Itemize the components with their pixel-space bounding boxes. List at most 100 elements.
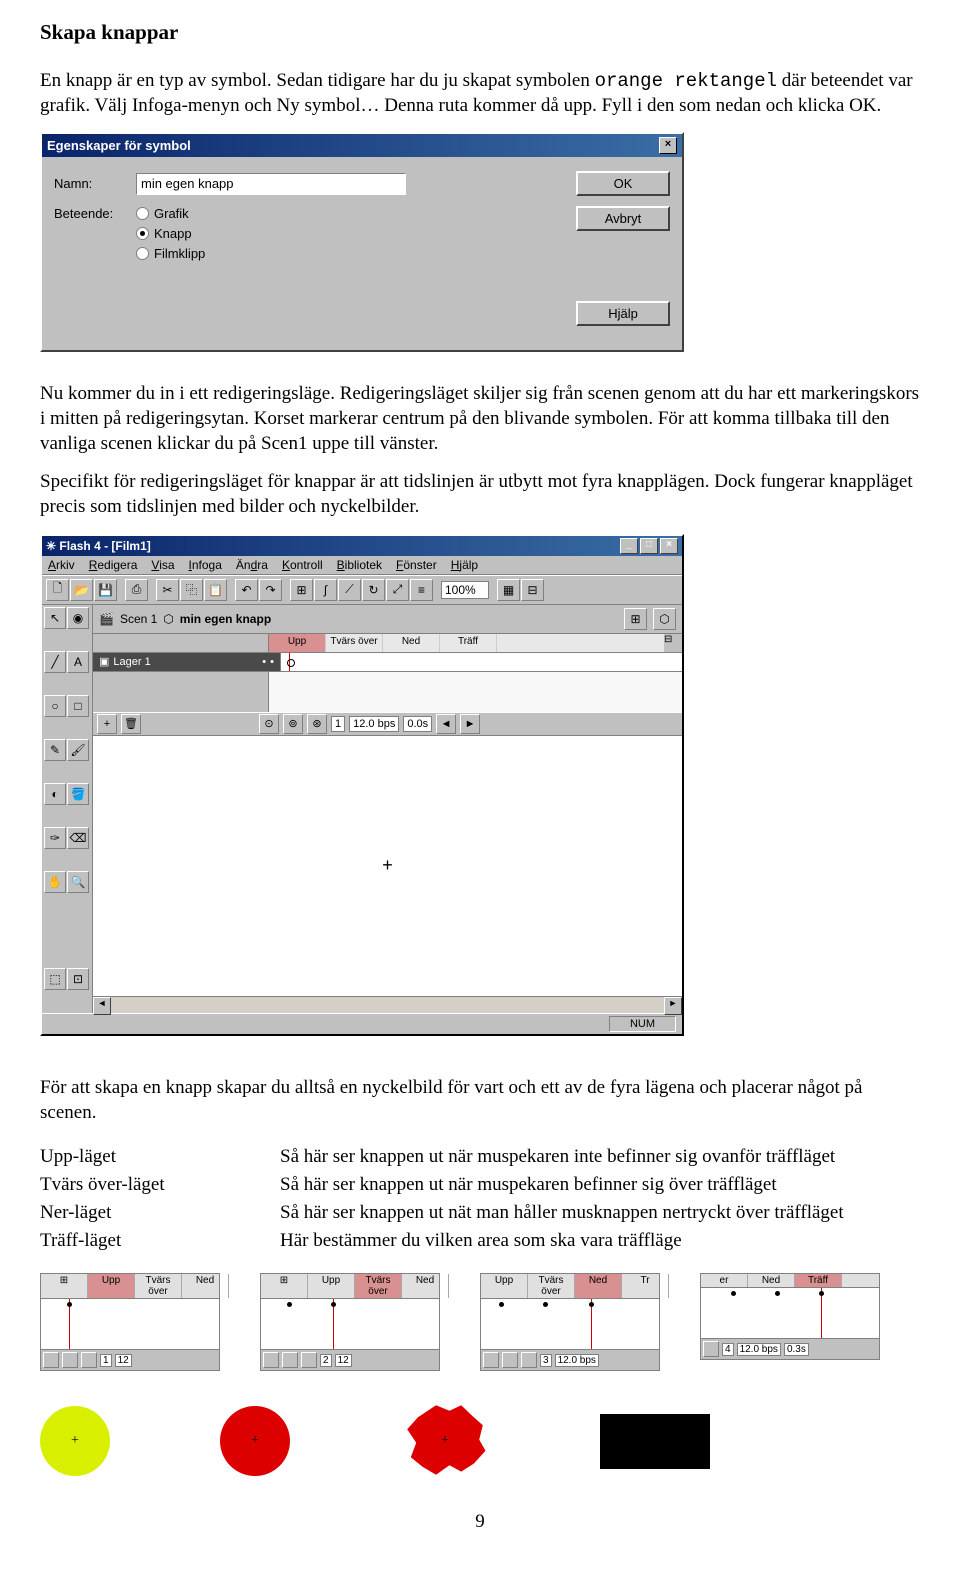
- eraser-icon[interactable]: ⌫: [67, 827, 89, 849]
- rewind-icon[interactable]: ◄: [436, 714, 456, 734]
- redo-icon[interactable]: ↷: [259, 579, 282, 601]
- paragraph: Nu kommer du in i ett redigeringsläge. R…: [40, 382, 920, 456]
- text-icon[interactable]: A: [67, 651, 89, 673]
- traff-shape: [600, 1414, 710, 1469]
- frame-num: 2: [320, 1354, 332, 1367]
- rect-icon[interactable]: □: [67, 695, 89, 717]
- menu-kontroll[interactable]: Kontroll: [282, 558, 323, 572]
- cancel-button[interactable]: Avbryt: [576, 206, 670, 231]
- maximize-icon[interactable]: □: [640, 538, 658, 554]
- menu-andra[interactable]: Ändra: [236, 558, 268, 572]
- help-button[interactable]: Hjälp: [576, 301, 670, 326]
- menu-redigera[interactable]: Redigera: [89, 558, 138, 572]
- align-icon[interactable]: ≡: [410, 579, 433, 601]
- scale-icon[interactable]: ⤢: [386, 579, 409, 601]
- onion-icon[interactable]: ⊚: [283, 714, 303, 734]
- copy-icon[interactable]: ⿻: [180, 579, 203, 601]
- ctrl-icon[interactable]: [502, 1352, 518, 1368]
- option-icon[interactable]: ⊡: [67, 968, 89, 990]
- ctrl-icon[interactable]: [43, 1352, 59, 1368]
- timeline-footer: + 🗑 ⊙ ⊚ ⊛ 1 12.0 bps 0.0s ◄ ►: [93, 712, 682, 735]
- scene-icon[interactable]: 🎬: [99, 612, 114, 626]
- onion-icon[interactable]: ⊙: [259, 714, 279, 734]
- frame-upp[interactable]: Upp: [269, 634, 326, 652]
- add-layer-icon[interactable]: +: [97, 714, 117, 734]
- delete-layer-icon[interactable]: 🗑: [121, 714, 141, 734]
- menu-bibliotek[interactable]: Bibliotek: [337, 558, 382, 572]
- onion-icon[interactable]: ⊛: [307, 714, 327, 734]
- lasso-icon[interactable]: ◉: [67, 607, 89, 629]
- frame-label: Tr: [622, 1274, 669, 1298]
- ctrl-icon[interactable]: [703, 1341, 719, 1357]
- rotate-icon[interactable]: ↻: [362, 579, 385, 601]
- frame-over[interactable]: Tvärs över: [326, 634, 383, 652]
- def-term: Ner-läget: [40, 1199, 280, 1227]
- open-icon[interactable]: 📂: [70, 579, 93, 601]
- menu-infoga[interactable]: Infoga: [189, 558, 222, 572]
- cut-icon[interactable]: ✂: [156, 579, 179, 601]
- frame-ned[interactable]: Ned: [383, 634, 440, 652]
- menu-visa[interactable]: Visa: [151, 558, 174, 572]
- undo-icon[interactable]: ↶: [235, 579, 258, 601]
- fps: 12.0 bps: [555, 1354, 599, 1367]
- symbol-properties-dialog: Egenskaper för symbol × Namn: min egen k…: [40, 132, 684, 352]
- scrollbar-horizontal[interactable]: ◄►: [93, 996, 682, 1013]
- time: 0.3s: [784, 1343, 809, 1356]
- layer-row[interactable]: ▣ Lager 1 ••: [93, 653, 281, 671]
- stage[interactable]: +: [93, 736, 682, 996]
- smooth-icon[interactable]: ∫: [314, 579, 337, 601]
- time-display: 0.0s: [403, 716, 432, 732]
- ctrl-icon[interactable]: [521, 1352, 537, 1368]
- radio-grafik[interactable]: Grafik: [136, 206, 396, 221]
- new-icon[interactable]: 🗋: [46, 579, 69, 601]
- zoom-input[interactable]: 100%: [441, 581, 489, 599]
- hand-icon[interactable]: ✋: [44, 871, 66, 893]
- handle-icon[interactable]: ⊞: [41, 1274, 88, 1298]
- minimize-icon[interactable]: _: [620, 538, 638, 554]
- straighten-icon[interactable]: ⟋: [338, 579, 361, 601]
- menu-hjalp[interactable]: Hjälp: [451, 558, 478, 572]
- ok-button[interactable]: OK: [576, 171, 670, 196]
- ink-icon[interactable]: ◐: [44, 783, 66, 805]
- ctrl-icon[interactable]: [81, 1352, 97, 1368]
- radio-knapp[interactable]: Knapp: [136, 226, 396, 241]
- tool-icon[interactable]: ⊟: [521, 579, 544, 601]
- line-icon[interactable]: ╱: [44, 651, 66, 673]
- ctrl-icon[interactable]: [483, 1352, 499, 1368]
- dropper-icon[interactable]: ✑: [44, 827, 66, 849]
- print-icon[interactable]: ⎙: [125, 579, 148, 601]
- layer-icon: ▣: [99, 655, 109, 668]
- arrow-icon[interactable]: ↖: [44, 607, 66, 629]
- name-input[interactable]: min egen knapp: [136, 173, 406, 195]
- save-icon[interactable]: 💾: [94, 579, 117, 601]
- ctrl-icon[interactable]: [301, 1352, 317, 1368]
- oval-icon[interactable]: ○: [44, 695, 66, 717]
- ctrl-icon[interactable]: [62, 1352, 78, 1368]
- frame-strip[interactable]: [281, 653, 682, 671]
- layer-name: Lager 1: [113, 656, 150, 668]
- snap-icon[interactable]: ⊞: [290, 579, 313, 601]
- radio-filmklipp[interactable]: Filmklipp: [136, 246, 396, 261]
- scene-link[interactable]: Scen 1: [120, 612, 157, 626]
- close-icon[interactable]: ×: [659, 137, 677, 154]
- brush-icon[interactable]: 🖌: [67, 739, 89, 761]
- toggle-icon[interactable]: ⊞: [624, 608, 647, 630]
- zoom-icon[interactable]: 🔍: [67, 871, 89, 893]
- close-icon[interactable]: ×: [660, 538, 678, 554]
- paint-icon[interactable]: 🪣: [67, 783, 89, 805]
- ctrl-icon[interactable]: [263, 1352, 279, 1368]
- menu-arkiv[interactable]: Arkiv: [48, 558, 75, 572]
- tool-icon[interactable]: ▦: [497, 579, 520, 601]
- pencil-icon[interactable]: ✎: [44, 739, 66, 761]
- timeline-end-icon[interactable]: ⊟: [664, 634, 682, 652]
- definitions-list: Upp-lägetSå här ser knappen ut när muspe…: [40, 1143, 844, 1255]
- forward-icon[interactable]: ►: [460, 714, 480, 734]
- toggle-icon[interactable]: ⬡: [653, 608, 676, 630]
- handle-icon[interactable]: ⊞: [261, 1274, 308, 1298]
- paste-icon[interactable]: 📋: [204, 579, 227, 601]
- option-icon[interactable]: ⬚: [44, 968, 66, 990]
- ctrl-icon[interactable]: [282, 1352, 298, 1368]
- menu-fonster[interactable]: Fönster: [396, 558, 437, 572]
- frame-traff[interactable]: Träff: [440, 634, 497, 652]
- symbol-icon: ⬡: [163, 612, 173, 626]
